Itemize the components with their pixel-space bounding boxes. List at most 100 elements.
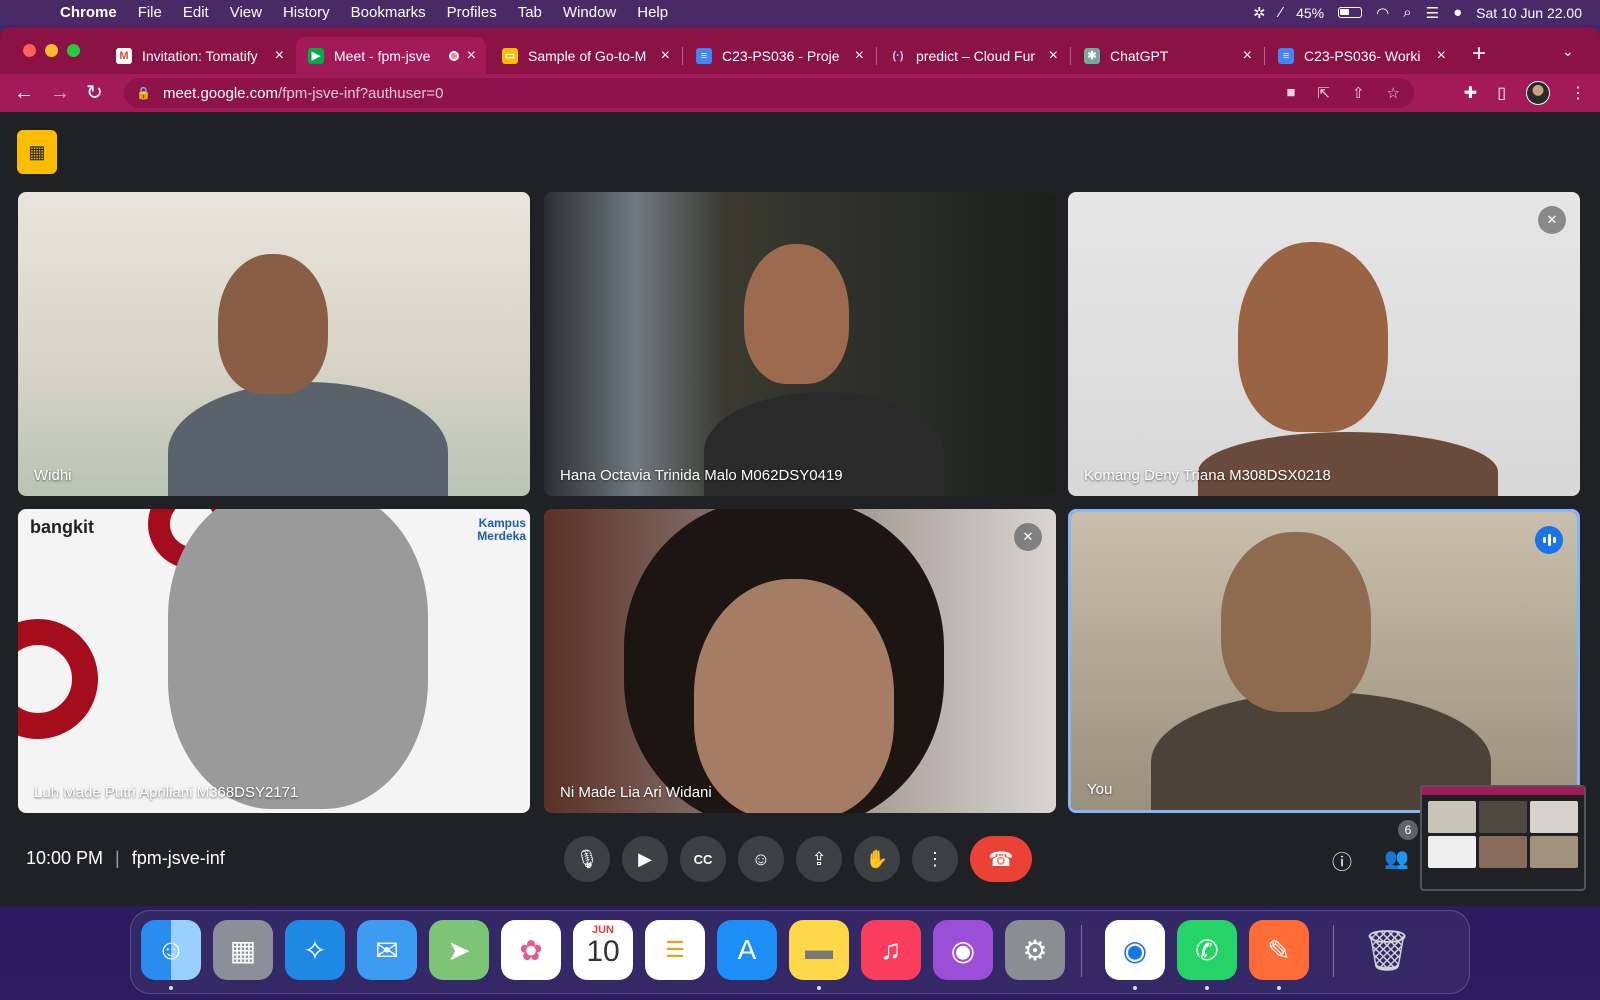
leave-call-button[interactable]: ☎ xyxy=(970,836,1032,882)
menubar-clock[interactable]: Sat 10 Jun 22.00 xyxy=(1476,5,1582,21)
tab-chatgpt[interactable]: ✱ ChatGPT × xyxy=(1072,37,1262,74)
lock-icon[interactable]: 🔒 xyxy=(136,86,151,100)
menu-tab[interactable]: Tab xyxy=(518,4,542,21)
tab-separator xyxy=(1264,47,1265,65)
people-icon[interactable]: 👥 xyxy=(1384,846,1409,871)
trash-icon[interactable]: 🗑 xyxy=(1357,920,1417,980)
muted-mic-icon: ✕ xyxy=(1538,206,1566,234)
close-window-button[interactable] xyxy=(23,44,36,57)
camera-in-use-icon[interactable]: ■ xyxy=(1286,84,1295,102)
close-tab-icon[interactable]: × xyxy=(1049,47,1058,65)
postman-icon[interactable]: ✎ xyxy=(1249,920,1309,980)
more-options-button[interactable]: ⋮ xyxy=(912,836,958,882)
podcasts-icon[interactable]: ◉ xyxy=(933,920,993,980)
menu-view[interactable]: View xyxy=(230,4,262,21)
participant-name: You xyxy=(1087,781,1113,798)
thumbnail-tile xyxy=(1479,801,1527,833)
profile-avatar[interactable] xyxy=(1526,81,1550,105)
tab-search-chevron-icon[interactable]: ⌄ xyxy=(1562,43,1574,60)
close-tab-icon[interactable]: × xyxy=(275,47,284,65)
chrome-menu-icon[interactable]: ⋮ xyxy=(1570,83,1586,103)
spotlight-search-icon[interactable]: ⌕ xyxy=(1403,4,1411,21)
bookmark-star-icon[interactable]: ☆ xyxy=(1387,84,1400,102)
notes-icon[interactable]: ▬ xyxy=(789,920,849,980)
chrome-icon[interactable]: ◉ xyxy=(1105,920,1165,980)
menu-file[interactable]: File xyxy=(138,4,162,21)
muted-mic-icon: ✕ xyxy=(1014,523,1042,551)
close-tab-icon[interactable]: × xyxy=(661,47,670,65)
tab-separator xyxy=(876,47,877,65)
tab-cloud-functions[interactable]: (·) predict – Cloud Fur × xyxy=(878,37,1068,74)
whatsapp-icon[interactable]: ✆ xyxy=(1177,920,1237,980)
menu-history[interactable]: History xyxy=(283,4,330,21)
menu-profiles[interactable]: Profiles xyxy=(447,4,497,21)
url-text[interactable]: meet.google.com/fpm-jsve-inf?authuser=0 xyxy=(163,85,444,102)
siri-icon[interactable]: ● xyxy=(1453,4,1462,21)
participant-face xyxy=(1238,242,1388,432)
forward-icon[interactable]: → xyxy=(50,82,70,104)
maps-icon[interactable]: ➤ xyxy=(429,920,489,980)
app-status-icon[interactable]: ✲ xyxy=(1253,4,1266,22)
music-icon[interactable]: ♫ xyxy=(861,920,921,980)
bluetooth-off-icon[interactable]: ⁄ xyxy=(1280,4,1283,21)
photos-icon[interactable]: ✿ xyxy=(501,920,561,980)
app-menu-chrome[interactable]: Chrome xyxy=(60,4,117,21)
tab-gmail-invitation[interactable]: M Invitation: Tomatify × xyxy=(104,37,294,74)
dock-separator xyxy=(1333,925,1334,977)
control-center-icon[interactable]: ☰ xyxy=(1426,4,1439,22)
battery-icon[interactable] xyxy=(1338,7,1363,18)
app-store-icon[interactable]: A xyxy=(717,920,777,980)
close-tab-icon[interactable]: × xyxy=(1437,47,1446,65)
launchpad-icon[interactable]: ▦ xyxy=(213,920,273,980)
minimize-window-button[interactable] xyxy=(45,44,58,57)
system-settings-icon[interactable]: ⚙ xyxy=(1005,920,1065,980)
open-in-app-icon[interactable]: ⇱ xyxy=(1317,84,1330,102)
participant-tile-widhi[interactable]: Widhi xyxy=(18,192,530,496)
captions-button[interactable]: CC xyxy=(680,836,726,882)
zoom-window-button[interactable] xyxy=(67,44,80,57)
gmail-icon: M xyxy=(116,47,132,64)
menu-window[interactable]: Window xyxy=(563,4,616,21)
safari-icon[interactable]: ✧ xyxy=(285,920,345,980)
menu-help[interactable]: Help xyxy=(637,4,668,21)
finder-icon[interactable]: ☺ xyxy=(141,920,201,980)
participant-tile-komang[interactable]: ✕ Komang Deny Triana M308DSX0218 xyxy=(1068,192,1580,496)
tab-slides[interactable]: ▭ Sample of Go-to-M × xyxy=(490,37,680,74)
visual-effects-off-icon[interactable]: ▦ xyxy=(17,130,57,174)
reminders-icon[interactable]: ☰ xyxy=(645,920,705,980)
participant-tile-ni-made[interactable]: ✕ Ni Made Lia Ari Widani xyxy=(544,509,1056,813)
side-panel-icon[interactable]: ▯ xyxy=(1497,83,1506,103)
reload-icon[interactable]: ↻ xyxy=(86,82,103,104)
wifi-icon[interactable]: ◠ xyxy=(1376,4,1389,22)
present-button[interactable]: ⇪ xyxy=(796,836,842,882)
participant-tile-luh[interactable]: bangkit Kampus Merdeka Luh Made Putri Ap… xyxy=(18,509,530,813)
screenshot-thumbnail-preview[interactable] xyxy=(1420,785,1586,891)
microphone-button[interactable]: 🎙 xyxy=(564,836,610,882)
participant-face xyxy=(218,254,328,394)
tab-docs-working[interactable]: ≡ C23-PS036- Worki × xyxy=(1266,37,1456,74)
share-icon[interactable]: ⇧ xyxy=(1352,84,1365,102)
meeting-info-icon[interactable]: ⓘ xyxy=(1332,846,1352,875)
camera-icon: ▶ xyxy=(638,848,652,869)
mail-icon[interactable]: ✉ xyxy=(357,920,417,980)
menu-edit[interactable]: Edit xyxy=(183,4,209,21)
tab-meet[interactable]: ▶ Meet - fpm-jsve × xyxy=(296,37,486,74)
recording-indicator-icon xyxy=(448,50,459,61)
back-icon[interactable]: ← xyxy=(14,82,34,104)
reactions-button[interactable]: ☺ xyxy=(738,836,784,882)
meeting-time: 10:00 PM xyxy=(26,848,104,868)
close-tab-icon[interactable]: × xyxy=(467,47,476,65)
menu-bookmarks[interactable]: Bookmarks xyxy=(351,4,426,21)
camera-button[interactable]: ▶ xyxy=(622,836,668,882)
participant-tile-hana[interactable]: Hana Octavia Trinida Malo M062DSY0419 xyxy=(544,192,1056,496)
close-tab-icon[interactable]: × xyxy=(1243,47,1252,65)
calendar-icon[interactable]: JUN 10 xyxy=(573,920,633,980)
new-tab-icon[interactable]: + xyxy=(1472,40,1486,68)
participant-tile-you[interactable]: You xyxy=(1068,509,1580,813)
address-bar[interactable]: 🔒 meet.google.com/fpm-jsve-inf?authuser=… xyxy=(124,78,1414,108)
extensions-icon[interactable]: ✚ xyxy=(1464,83,1477,103)
raise-hand-button[interactable]: ✋ xyxy=(854,836,900,882)
present-icon: ⇪ xyxy=(811,848,827,869)
tab-docs-project[interactable]: ≡ C23-PS036 - Proje × xyxy=(684,37,874,74)
close-tab-icon[interactable]: × xyxy=(855,47,864,65)
